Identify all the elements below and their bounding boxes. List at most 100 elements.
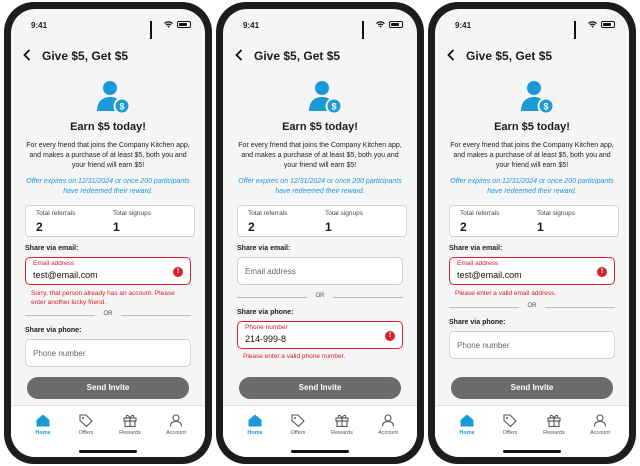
tag-icon <box>503 414 517 427</box>
earn-title: Earn $5 today! <box>494 121 570 133</box>
svg-text:$: $ <box>119 102 124 112</box>
referrals-value: 2 <box>460 220 467 234</box>
share-email-label: Share via email: <box>449 245 503 252</box>
share-phone-label: Share via phone: <box>449 319 506 326</box>
chevron-left-icon <box>23 49 31 61</box>
signups-value: 1 <box>537 220 544 234</box>
battery-icon <box>601 21 615 28</box>
wifi-icon <box>376 21 385 28</box>
status-time: 9:41 <box>455 21 472 30</box>
home-icon <box>36 414 50 427</box>
share-email-label: Share via email: <box>237 245 291 252</box>
send-invite-button[interactable]: Send Invite <box>27 377 189 399</box>
tab-label: Account <box>166 430 186 436</box>
tab-rewards[interactable]: Rewards <box>534 414 574 436</box>
page-title: Give $5, Get $5 <box>42 49 129 63</box>
earn-title: Earn $5 today! <box>70 121 146 133</box>
email-field-label: Email address <box>457 260 499 267</box>
screen-1: 9:41 Give $5, Get $5 $ Earn $5 today! Fo… <box>11 9 205 457</box>
wifi-icon <box>164 21 173 28</box>
back-button[interactable] <box>235 48 243 64</box>
gift-icon <box>123 414 137 427</box>
email-field[interactable]: Email address test@email.com ! <box>25 257 191 285</box>
phone-error-text: Please enter a valid phone number. <box>243 353 346 360</box>
tab-label: Home <box>459 430 475 436</box>
tab-label: Rewards <box>543 430 565 436</box>
phone-placeholder: Phone number <box>33 349 86 358</box>
phone-field[interactable]: Phone number <box>449 331 615 359</box>
share-phone-label: Share via phone: <box>237 309 294 316</box>
description: For every friend that joins the Company … <box>450 142 614 169</box>
offer-note: Offer expires on 12/31/2024 or once 200 … <box>238 178 402 195</box>
tab-account[interactable]: Account <box>156 414 196 436</box>
offer-note: Offer expires on 12/31/2024 or once 200 … <box>450 178 614 195</box>
referrals-value: 2 <box>248 220 255 234</box>
stats-card: Total referrals 2 Total signups 1 <box>449 205 619 237</box>
tab-label: Rewards <box>331 430 353 436</box>
phone-field[interactable]: Phone number <box>25 339 191 367</box>
screen-3: 9:41 Give $5, Get $5 $ Earn $5 today! Fo… <box>435 9 629 457</box>
email-placeholder: Email address <box>245 267 296 276</box>
tab-home[interactable]: Home <box>23 414 63 436</box>
send-invite-button[interactable]: Send Invite <box>451 377 613 399</box>
signal-icon <box>150 21 160 39</box>
gift-icon <box>547 414 561 427</box>
tab-offers[interactable]: Offers <box>278 414 318 436</box>
tab-rewards[interactable]: Rewards <box>110 414 150 436</box>
or-text: OR <box>527 303 537 309</box>
svg-text:$: $ <box>331 102 336 112</box>
tab-label: Offers <box>290 430 306 436</box>
phone-field[interactable]: Phone number 214-999-8 ! <box>237 321 403 349</box>
email-error-text: Please enter a valid email address. <box>455 290 557 297</box>
page-title: Give $5, Get $5 <box>466 49 553 63</box>
tab-label: Home <box>247 430 263 436</box>
home-icon <box>460 414 474 427</box>
back-button[interactable] <box>23 48 31 64</box>
or-divider: OR <box>449 303 615 311</box>
tag-icon <box>79 414 93 427</box>
stats-card: Total referrals 2 Total signups 1 <box>25 205 195 237</box>
share-phone-label: Share via phone: <box>25 327 82 334</box>
referral-person-icon: $ <box>97 81 131 115</box>
tab-home[interactable]: Home <box>235 414 275 436</box>
back-button[interactable] <box>447 48 455 64</box>
signups-value: 1 <box>325 220 332 234</box>
signups-label: Total signups <box>325 210 363 217</box>
home-indicator <box>503 450 561 453</box>
status-icons <box>150 21 191 39</box>
referrals-label: Total referrals <box>460 210 500 217</box>
description: For every friend that joins the Company … <box>238 142 402 169</box>
tab-label: Rewards <box>119 430 141 436</box>
tab-label: Offers <box>502 430 518 436</box>
email-field[interactable]: Email address test@email.com ! <box>449 257 615 285</box>
home-indicator <box>291 450 349 453</box>
or-divider: OR <box>25 311 191 319</box>
tag-icon <box>291 414 305 427</box>
phone-frame-2: 9:41 Give $5, Get $5 $ Earn $5 today! Fo… <box>216 2 424 464</box>
referrals-label: Total referrals <box>36 210 76 217</box>
error-alert-icon: ! <box>385 331 395 341</box>
chevron-left-icon <box>447 49 455 61</box>
tab-offers[interactable]: Offers <box>66 414 106 436</box>
tab-label: Account <box>590 430 610 436</box>
tab-home[interactable]: Home <box>447 414 487 436</box>
referrals-label: Total referrals <box>248 210 288 217</box>
tab-label: Account <box>378 430 398 436</box>
email-value: test@email.com <box>457 270 522 280</box>
tab-account[interactable]: Account <box>368 414 408 436</box>
status-time: 9:41 <box>31 21 48 30</box>
or-text: OR <box>103 311 113 317</box>
person-icon <box>169 414 183 427</box>
tab-rewards[interactable]: Rewards <box>322 414 362 436</box>
phone-frame-1: 9:41 Give $5, Get $5 $ Earn $5 today! Fo… <box>4 2 212 464</box>
share-email-label: Share via email: <box>25 245 79 252</box>
battery-icon <box>389 21 403 28</box>
earn-title: Earn $5 today! <box>282 121 358 133</box>
signups-label: Total signups <box>113 210 151 217</box>
tab-account[interactable]: Account <box>580 414 620 436</box>
tab-offers[interactable]: Offers <box>490 414 530 436</box>
tab-label: Offers <box>78 430 94 436</box>
send-invite-button[interactable]: Send Invite <box>239 377 401 399</box>
chevron-left-icon <box>235 49 243 61</box>
email-field[interactable]: Email address <box>237 257 403 285</box>
